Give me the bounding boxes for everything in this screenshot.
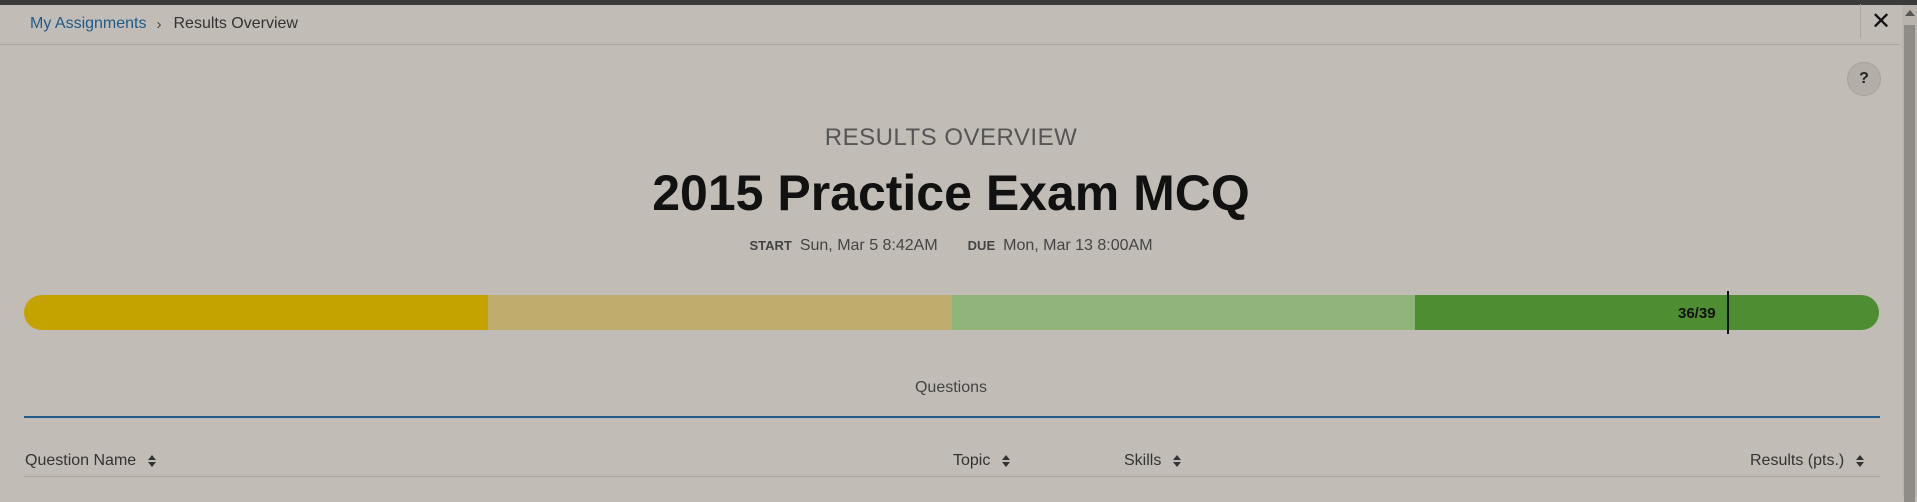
- score-label: 36/39: [1678, 305, 1716, 322]
- column-header-question-name[interactable]: Question Name: [25, 452, 157, 470]
- help-button[interactable]: ?: [1847, 62, 1881, 96]
- score-range-segment-3: [951, 295, 1416, 330]
- breadcrumb-current: Results Overview: [173, 15, 298, 32]
- start-date-value: Sun, Mar 5 8:42AM: [799, 237, 938, 254]
- tab-active-underline: [24, 416, 1880, 418]
- breadcrumb-my-assignments-link[interactable]: My Assignments: [30, 15, 146, 33]
- score-range-segment-1: [24, 295, 488, 330]
- due-date-value: Mon, Mar 13 8:00AM: [1003, 237, 1153, 254]
- assignment-dates: START Sun, Mar 5 8:42AM DUE Mon, Mar 13 …: [0, 237, 1902, 255]
- chevron-right-icon: ›: [156, 15, 162, 33]
- breadcrumb: My Assignments › Results Overview: [30, 15, 298, 33]
- score-range-segment-2: [487, 295, 952, 330]
- start-date-key: START: [749, 238, 792, 253]
- sort-icon: [148, 455, 157, 467]
- sort-icon: [1002, 455, 1011, 467]
- column-label: Topic: [953, 452, 991, 469]
- vertical-scrollbar[interactable]: [1902, 5, 1917, 502]
- page-title: 2015 Practice Exam MCQ: [652, 165, 1250, 221]
- close-icon: ✕: [1870, 7, 1892, 35]
- breadcrumb-bar: My Assignments › Results Overview: [0, 5, 1900, 45]
- column-label: Results (pts.): [1750, 452, 1845, 469]
- score-progress-bar: [24, 295, 1879, 330]
- table-header-divider: [24, 476, 1880, 477]
- help-icon: ?: [1859, 70, 1869, 87]
- column-label: Question Name: [25, 452, 137, 469]
- sort-icon: [1856, 455, 1865, 467]
- column-header-skills[interactable]: Skills: [1124, 452, 1182, 470]
- column-header-topic[interactable]: Topic: [953, 452, 1011, 470]
- column-label: Skills: [1124, 452, 1162, 469]
- close-button[interactable]: ✕: [1860, 4, 1901, 38]
- column-header-results[interactable]: Results (pts.): [1750, 452, 1865, 470]
- scroll-up-arrow-icon[interactable]: [1905, 10, 1915, 16]
- scrollbar-thumb[interactable]: [1904, 25, 1915, 502]
- results-overview-label: RESULTS OVERVIEW: [824, 124, 1078, 151]
- tab-questions[interactable]: Questions: [0, 379, 1902, 397]
- score-marker: [1727, 291, 1729, 334]
- score-range-segment-4: [1415, 295, 1879, 330]
- sort-icon: [1173, 455, 1182, 467]
- due-date-key: DUE: [967, 238, 996, 253]
